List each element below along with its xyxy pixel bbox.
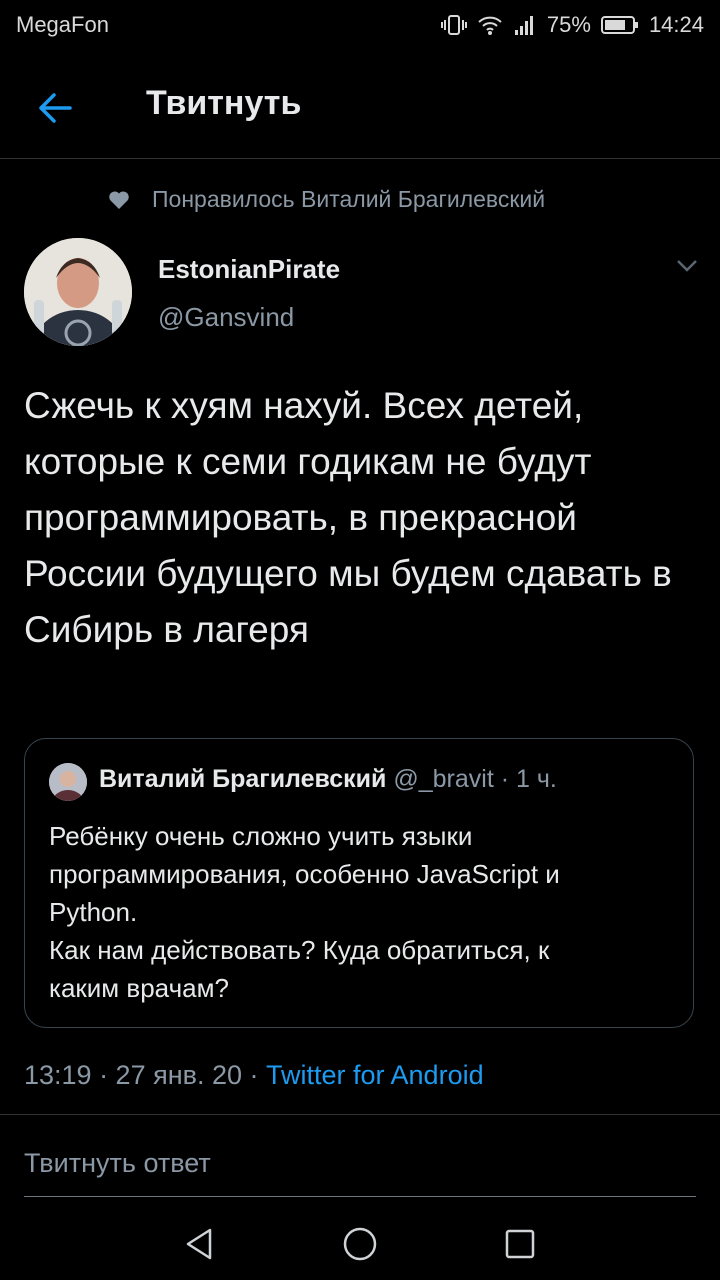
liked-by-row[interactable]: Понравилось Виталий Брагилевский bbox=[108, 186, 545, 213]
app-bar: Твитнуть bbox=[0, 58, 720, 159]
quote-author-name: Виталий Брагилевский bbox=[99, 765, 387, 793]
quote-author-avatar bbox=[49, 763, 87, 801]
tweet-text: Сжечь к хуям нахуй. Всех детей, которые … bbox=[24, 385, 672, 650]
page-title: Твитнуть bbox=[146, 84, 302, 122]
battery-icon bbox=[600, 16, 638, 34]
heart-icon bbox=[109, 190, 129, 209]
arrow-left-icon bbox=[39, 93, 72, 123]
quote-text-line: Как нам действовать? Куда обратиться, к bbox=[49, 935, 550, 965]
recents-square-icon[interactable] bbox=[500, 1224, 540, 1264]
system-nav-bar bbox=[0, 1200, 720, 1280]
vibrate-icon bbox=[440, 15, 467, 35]
quote-text-line: Python. bbox=[49, 897, 138, 927]
wifi-icon bbox=[478, 16, 502, 35]
avatar-photo bbox=[24, 238, 132, 346]
quoted-tweet-card[interactable]: Виталий Брагилевский @_bravit · 1 ч. Реб… bbox=[24, 738, 694, 1028]
carrier-name: MegaFon bbox=[16, 12, 109, 37]
status-icons: 75% 14:24 bbox=[440, 12, 704, 38]
reply-input[interactable]: Твитнуть ответ bbox=[24, 1148, 211, 1179]
author-name[interactable]: EstonianPirate bbox=[158, 254, 340, 285]
quote-text: Ребёнку очень сложно учить языки програм… bbox=[49, 817, 669, 1007]
status-bar: MegaFon 75% 14:24 bbox=[0, 0, 720, 50]
quote-author-meta: @_bravit · 1 ч. bbox=[393, 765, 557, 793]
divider bbox=[0, 1114, 720, 1115]
author-handle[interactable]: @Gansvind bbox=[158, 302, 294, 333]
author-avatar[interactable] bbox=[24, 238, 132, 346]
quote-text-line: каким врачам? bbox=[49, 973, 229, 1003]
signal-icon bbox=[514, 16, 533, 35]
tweet-meta: 13:19 · 27 янв. 20 · Twitter for Android bbox=[24, 1060, 484, 1091]
liked-by-text: Понравилось Виталий Брагилевский bbox=[152, 186, 546, 212]
chevron-down-icon[interactable] bbox=[676, 258, 698, 274]
tweet-source-link[interactable]: Twitter for Android bbox=[266, 1060, 484, 1090]
back-triangle-icon[interactable] bbox=[180, 1224, 220, 1264]
battery-percent: 75% bbox=[546, 12, 591, 37]
back-button[interactable] bbox=[34, 86, 78, 130]
reply-input-underline bbox=[24, 1196, 696, 1197]
clock-time: 14:24 bbox=[648, 12, 704, 37]
home-circle-icon[interactable] bbox=[340, 1224, 380, 1264]
quote-header: Виталий Брагилевский @_bravit · 1 ч. bbox=[99, 765, 557, 794]
quote-avatar-photo bbox=[49, 763, 87, 801]
quote-text-line: Ребёнку очень сложно учить языки bbox=[49, 821, 473, 851]
quote-text-line: программирования, особенно JavaScript и bbox=[49, 859, 560, 889]
tweet-timestamp: 13:19 · 27 янв. 20 · bbox=[24, 1060, 266, 1090]
